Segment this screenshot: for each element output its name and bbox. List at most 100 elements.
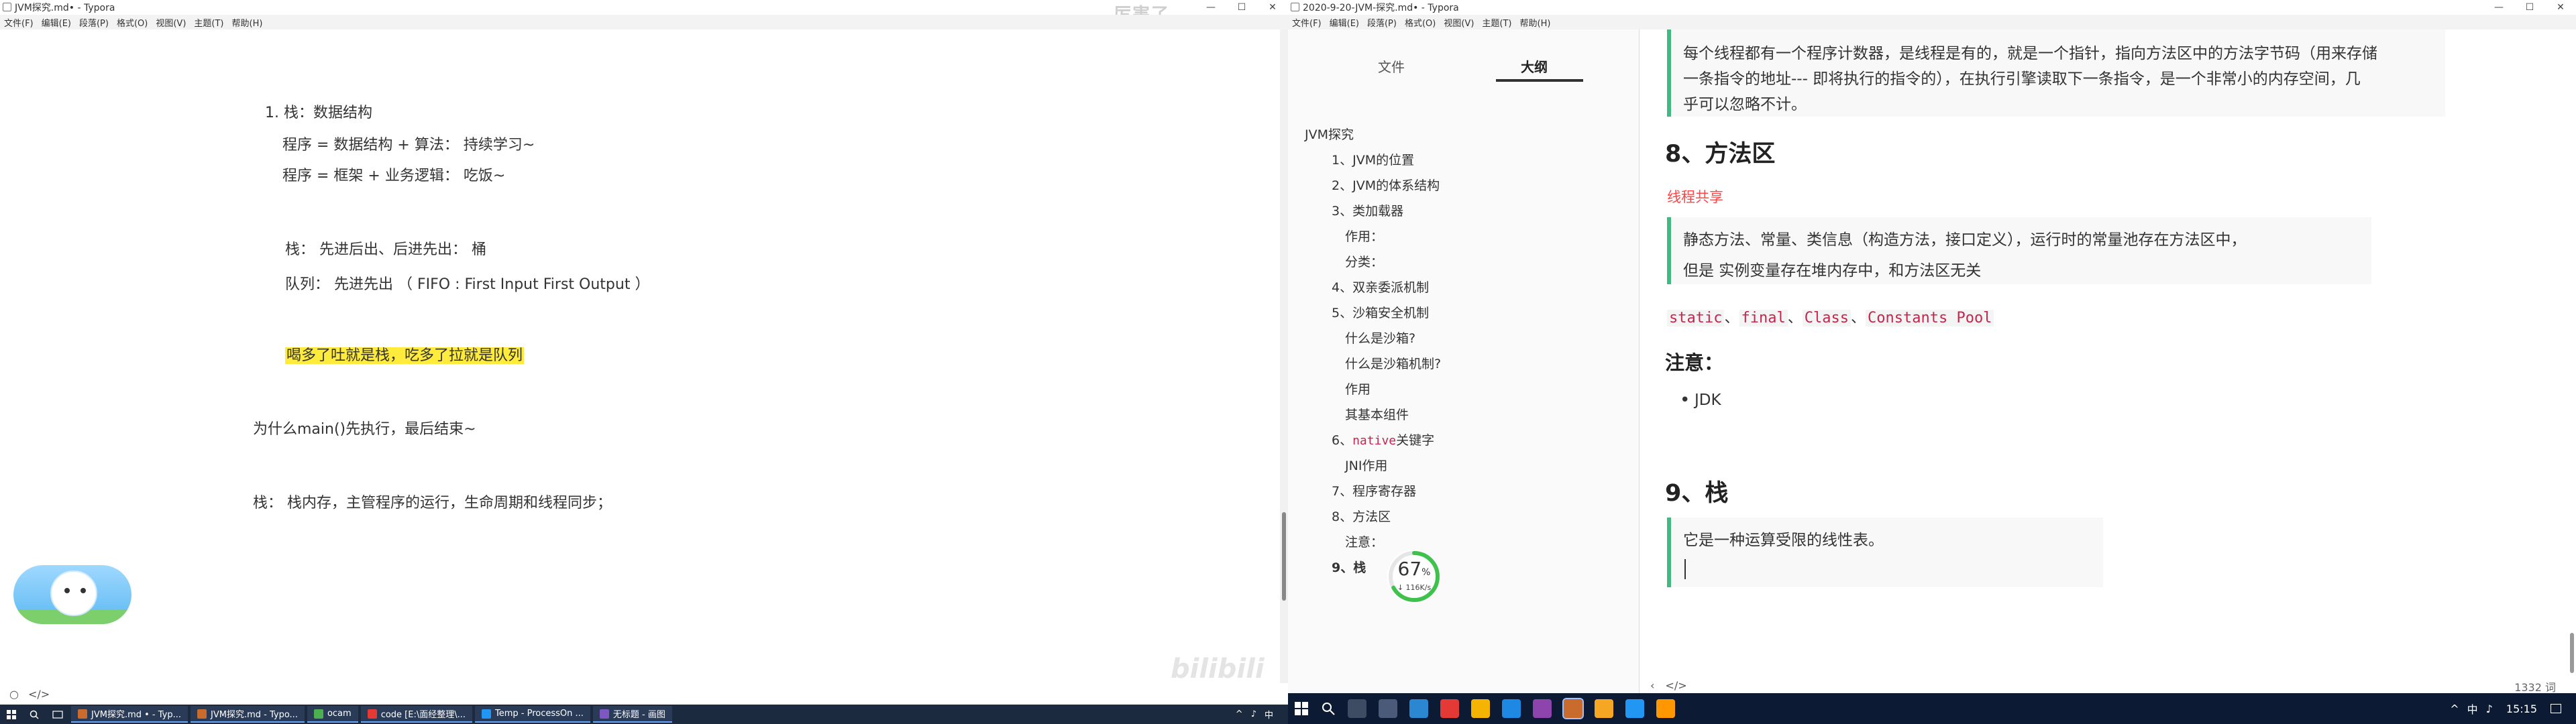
close-button[interactable]: ✕ <box>1257 0 1288 15</box>
outline-item[interactable]: 什么是沙箱机制? <box>1345 354 1441 372</box>
menu-help[interactable]: 帮助(H) <box>1516 16 1555 29</box>
editor-content[interactable]: 每个线程都有一个程序计数器，是线程是有的，就是一个指针，指向方法区中的方法字节码… <box>1640 29 2576 693</box>
search-icon[interactable] <box>1315 693 1342 724</box>
menu-format[interactable]: 格式(O) <box>113 16 152 29</box>
outline-item[interactable]: JVM探究 <box>1305 125 1354 143</box>
tab-files[interactable]: 文件 <box>1378 56 1405 76</box>
inline-code-row: static、 final、 Class、 Constants Pool <box>1667 306 1994 327</box>
outline-item[interactable]: 注意： <box>1345 532 1383 550</box>
scroll-thumb[interactable] <box>2570 633 2574 673</box>
speed-percent: 67% <box>1397 558 1431 580</box>
inline-code: static <box>1667 310 1725 326</box>
menu-edit[interactable]: 编辑(E) <box>38 16 75 29</box>
outline-item[interactable]: 什么是沙箱? <box>1345 328 1415 347</box>
vscode-icon[interactable] <box>1502 699 1521 718</box>
task-view-icon[interactable] <box>1348 699 1366 718</box>
start-button[interactable] <box>1288 693 1315 724</box>
outline-item-active[interactable]: 9、栈 <box>1332 558 1366 576</box>
outline-item[interactable]: 7、程序寄存器 <box>1332 481 1416 499</box>
app-icon[interactable] <box>1440 699 1459 718</box>
taskbar-task[interactable]: JVM探究.md - Typo... <box>191 706 305 723</box>
chevron-left-icon[interactable]: ‹ <box>1650 679 1654 692</box>
menu-format[interactable]: 格式(O) <box>1401 16 1440 29</box>
outline-item[interactable]: 其基本组件 <box>1345 405 1409 423</box>
source-code-icon[interactable]: </> <box>1665 679 1686 692</box>
close-button[interactable]: ✕ <box>2545 0 2576 15</box>
system-tray[interactable]: ^ ♪ 中 <box>1232 708 1288 721</box>
source-code-icon[interactable]: </> <box>28 688 50 701</box>
start-button[interactable] <box>0 705 23 724</box>
menu-theme[interactable]: 主题(T) <box>1478 16 1515 29</box>
outline-item-number: 6、 <box>1332 433 1353 448</box>
menu-edit[interactable]: 编辑(E) <box>1326 16 1363 29</box>
right-scrollbar[interactable] <box>2568 29 2576 693</box>
taskbar-task[interactable]: 无标题 - 画图 <box>592 706 672 723</box>
maximize-button[interactable]: ☐ <box>2514 0 2545 15</box>
outline-item[interactable]: 8、方法区 <box>1332 507 1391 525</box>
outline-item[interactable]: 5、沙箱安全机制 <box>1332 303 1429 321</box>
app-icon[interactable] <box>1533 699 1552 718</box>
menu-view[interactable]: 视图(V) <box>152 16 190 29</box>
tray-expand-icon[interactable]: ^ <box>2450 703 2459 715</box>
menu-file[interactable]: 文件(F) <box>0 16 38 29</box>
sidebar-toggle-icon[interactable]: ○ <box>9 688 19 701</box>
menu-paragraph[interactable]: 段落(P) <box>1363 16 1401 29</box>
typora-app-icon[interactable] <box>1562 698 1584 719</box>
text-line: 为什么main()先执行，最后结束~ <box>253 421 476 438</box>
highlighted-text: 喝多了吐就是栈，吃多了拉就是队列 <box>285 345 525 367</box>
outline-item[interactable]: 3、类加载器 <box>1332 201 1403 219</box>
taskbar-task[interactable]: JVM探究.md • - Typ... <box>71 706 189 723</box>
taskbar-task[interactable]: ocam <box>307 706 358 723</box>
outline-item[interactable]: 分类： <box>1345 252 1383 270</box>
outline-item[interactable]: 4、双亲委派机制 <box>1332 278 1429 296</box>
ime-indicator[interactable]: 中 <box>1265 708 1273 721</box>
blockquote-pc-register: 每个线程都有一个程序计数器，是线程是有的，就是一个指针，指向方法区中的方法字节码… <box>1667 29 2445 117</box>
maximize-button[interactable]: ☐ <box>1226 0 1257 15</box>
system-tray[interactable]: ^ 中 ♪ 15:15 <box>2446 701 2576 717</box>
app-icon[interactable] <box>1595 699 1613 718</box>
chrome-icon[interactable] <box>1471 699 1490 718</box>
outline-item[interactable]: JNI作用 <box>1345 456 1387 474</box>
tab-outline[interactable]: 大纲 <box>1521 56 1548 76</box>
outline-item[interactable]: 作用： <box>1345 227 1383 245</box>
highlight-mark: 喝多了吐就是栈，吃多了拉就是队列 <box>285 347 525 364</box>
volume-icon[interactable]: ♪ <box>1251 709 1256 719</box>
blockquote-method-area: 静态方法、常量、类信息（构造方法，接口定义），运行时的常量池存在方法区中， 但是… <box>1667 217 2371 284</box>
tray-expand-icon[interactable]: ^ <box>1236 709 1243 719</box>
outline-item[interactable]: 作用 <box>1345 379 1371 398</box>
search-icon[interactable] <box>23 705 46 724</box>
menu-theme[interactable]: 主题(T) <box>190 16 227 29</box>
menu-file[interactable]: 文件(F) <box>1288 16 1326 29</box>
network-speed-widget[interactable]: 67% ↓ 116K/s <box>1387 550 1441 603</box>
left-document[interactable]: 1. 栈：数据结构 程序 = 数据结构 + 算法： 持续学习~ 程序 = 框架 … <box>0 29 1280 683</box>
notification-icon[interactable] <box>2551 704 2561 713</box>
volume-icon[interactable]: ♪ <box>2486 703 2493 715</box>
left-taskbar: JVM探究.md • - Typ... JVM探究.md - Typo... o… <box>0 705 1288 724</box>
outline-item[interactable]: 6、native关键字 <box>1332 430 1434 448</box>
left-footer: ○ </> <box>0 683 1288 705</box>
word-count[interactable]: 1332 词 <box>2514 678 2556 695</box>
left-scrollbar[interactable] <box>1280 29 1288 683</box>
menu-paragraph[interactable]: 段落(P) <box>75 16 113 29</box>
app-icon[interactable] <box>1656 699 1675 718</box>
outline-item[interactable]: 2、JVM的体系结构 <box>1332 176 1440 194</box>
app-icon[interactable] <box>1409 699 1428 718</box>
app-icon[interactable] <box>1379 699 1397 718</box>
scroll-thumb[interactable] <box>1282 512 1286 601</box>
windows-logo-icon <box>1295 702 1308 715</box>
minimize-button[interactable]: — <box>1195 0 1226 15</box>
clock[interactable]: 15:15 <box>2506 703 2537 715</box>
minimize-button[interactable]: — <box>2483 0 2514 15</box>
bilibili-watermark: bilibili <box>1171 654 1265 684</box>
ime-indicator[interactable]: 中 <box>2467 701 2478 717</box>
app-icon[interactable] <box>1625 699 1644 718</box>
menu-view[interactable]: 视图(V) <box>1440 16 1478 29</box>
text-cursor <box>1684 559 1686 579</box>
taskbar-task[interactable]: code [E:\面经整理\... <box>360 706 472 723</box>
menu-help[interactable]: 帮助(H) <box>228 16 267 29</box>
taskbar-task[interactable]: Temp - ProcessOn ... <box>475 706 590 723</box>
outline-item[interactable]: 1、JVM的位置 <box>1332 150 1414 168</box>
inline-code: Constants Pool <box>1866 310 1994 326</box>
text-line: 程序 = 框架 + 业务逻辑： 吃饭~ <box>282 168 506 184</box>
task-view-icon[interactable] <box>46 705 70 724</box>
